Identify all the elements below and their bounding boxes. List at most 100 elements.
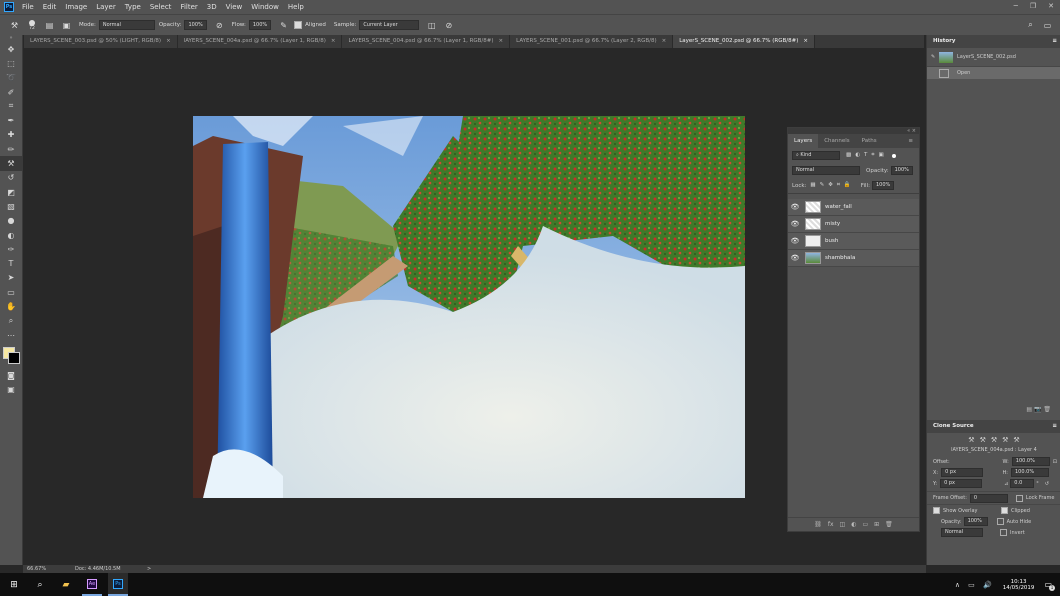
filter-icons[interactable]: ▩◐T⌗▣ (846, 152, 888, 159)
menu-help[interactable]: Help (288, 3, 304, 11)
filter-toggle-icon[interactable] (891, 153, 896, 158)
clone-source-header[interactable]: Clone Source ≡ (927, 420, 1060, 433)
notification-icon[interactable]: ▭ 1 (1044, 580, 1055, 591)
delete-state-icon[interactable]: 🗑 (1043, 406, 1051, 413)
menu-view[interactable]: View (226, 3, 243, 11)
background-color-swatch[interactable] (8, 352, 20, 365)
pressure-size-icon[interactable]: ⊘ (444, 21, 453, 30)
crop-tool-icon[interactable]: ⌗ (0, 99, 22, 113)
new-layer-icon[interactable]: ⊞ (874, 521, 879, 528)
zoom-level[interactable]: 66.67% (27, 566, 75, 572)
menu-type[interactable]: Type (125, 3, 141, 11)
h-input[interactable]: 100.0% (1011, 468, 1049, 477)
layer-row[interactable]: 👁 water_fall (788, 199, 919, 216)
history-panel-header[interactable]: History ≡ (927, 35, 1060, 48)
menu-3d[interactable]: 3D (207, 3, 217, 11)
screen-mode-icon[interactable]: ▣ (0, 383, 22, 397)
clone-source-4-icon[interactable]: ⚒ (1002, 436, 1008, 444)
x-input[interactable]: 0 px (941, 468, 984, 477)
eyedropper-tool-icon[interactable]: ✒ (0, 113, 22, 127)
tab-layers-scene-004[interactable]: LAYERS_SCENE_004.psd @ 66.7% (Layer 1, R… (342, 35, 511, 48)
invert-checkbox[interactable] (1000, 529, 1007, 536)
move-tool-icon[interactable]: ✥ (0, 42, 22, 56)
tab-close-icon[interactable]: × (803, 38, 808, 44)
panel-menu-icon[interactable]: ≡ (1052, 420, 1057, 433)
layer-row[interactable]: 👁 bush (788, 233, 919, 250)
tab-channels[interactable]: Channels (818, 134, 855, 148)
tray-icons[interactable]: ∧ ▭ 🔊 (955, 581, 995, 589)
search-icon[interactable]: ⌕ (30, 573, 50, 596)
menu-edit[interactable]: Edit (43, 3, 57, 11)
dodge-tool-icon[interactable]: ◐ (0, 228, 22, 242)
workspace-icon[interactable]: ▭ (1043, 21, 1052, 30)
tab-layers-scene-002[interactable]: LayerS_SCENE_002.psd @ 66.7% (RGB/8#) × (673, 35, 815, 48)
file-explorer-icon[interactable]: ▰ (56, 573, 76, 596)
marquee-tool-icon[interactable]: ⬚ (0, 56, 22, 70)
layer-row[interactable]: 👁 misty (788, 216, 919, 233)
filter-kind-select[interactable]: ⌕ Kind (792, 151, 840, 160)
history-brush-tool-icon[interactable]: ↺ (0, 171, 22, 185)
show-overlay-checkbox[interactable] (933, 507, 940, 514)
pressure-opacity-icon[interactable]: ⊘ (215, 21, 224, 30)
brush-preset-picker[interactable]: 72 (29, 19, 35, 31)
ignore-adjustment-layers-icon[interactable]: ◫ (427, 21, 436, 30)
clone-stamp-tool-icon[interactable]: ⚒ (10, 21, 19, 30)
history-state[interactable]: Open (927, 67, 1060, 79)
tab-close-icon[interactable]: × (166, 38, 171, 44)
y-input[interactable]: 0 px (940, 479, 983, 488)
tab-layers-scene-004a[interactable]: lAYERS_SCENE_004a.psd @ 66.7% (Layer 1, … (177, 35, 343, 48)
clone-source-5-icon[interactable]: ⚒ (1013, 436, 1019, 444)
layer-row[interactable]: 👁 shambhala (788, 250, 919, 267)
path-select-tool-icon[interactable]: ➤ (0, 271, 22, 285)
visibility-eye-icon[interactable]: 👁 (788, 254, 802, 262)
clone-source-1-icon[interactable]: ⚒ (968, 436, 974, 444)
menu-file[interactable]: File (22, 3, 34, 11)
photoshop-taskbar-icon[interactable]: Ps (108, 573, 128, 596)
new-snapshot-icon[interactable]: 📷 (1034, 406, 1041, 413)
minimize-icon[interactable]: ─ (1014, 2, 1018, 10)
healing-brush-tool-icon[interactable]: ✚ (0, 128, 22, 142)
type-tool-icon[interactable]: T (0, 256, 22, 270)
tab-close-icon[interactable]: × (331, 38, 336, 44)
frame-offset-input[interactable]: 0 (969, 493, 1008, 503)
sample-select[interactable]: Current Layer (359, 20, 420, 30)
flow-input[interactable]: 100% (248, 20, 272, 30)
clipped-checkbox[interactable] (1001, 507, 1008, 514)
angle-input[interactable]: 0.0 (1010, 479, 1035, 488)
lock-icons[interactable]: ▦✎✥⌗🔒 (810, 182, 854, 189)
panel-menu-icon[interactable]: ≡ (902, 134, 919, 148)
lock-frame-checkbox[interactable] (1015, 494, 1023, 502)
quick-mask-icon[interactable]: ◙ (0, 368, 22, 382)
reset-transform-icon[interactable]: ⊡ (1053, 459, 1057, 465)
tab-layers[interactable]: Layers (788, 134, 819, 148)
close-icon[interactable]: ✕ (1048, 2, 1054, 10)
clone-source-2-icon[interactable]: ⚒ (980, 436, 986, 444)
blur-tool-icon[interactable]: ● (0, 214, 22, 228)
color-swatches[interactable] (0, 342, 22, 368)
delete-layer-icon[interactable]: 🗑 (885, 521, 893, 528)
pen-tool-icon[interactable]: ✑ (0, 242, 22, 256)
search-icon[interactable]: ⌕ (1026, 20, 1035, 30)
menu-image[interactable]: Image (65, 3, 87, 11)
overlay-mode-select[interactable]: Normal (941, 528, 983, 537)
more-tools-icon[interactable]: ⋯ (0, 328, 22, 342)
add-mask-icon[interactable]: ◫ (840, 521, 846, 528)
tab-layers-scene-003[interactable]: LAYERS_SCENE_003.psd @ 50% (LIGHT, RGB/8… (24, 35, 178, 48)
new-document-from-state-icon[interactable]: ▤ (1026, 406, 1032, 413)
zoom-tool-icon[interactable]: ⌕ (0, 314, 22, 328)
document-canvas[interactable] (193, 116, 745, 498)
hand-tool-icon[interactable]: ✋ (0, 299, 22, 313)
tab-close-icon[interactable]: × (499, 38, 504, 44)
toolbar-collapse-icon[interactable]: » (0, 35, 22, 42)
tab-close-icon[interactable]: × (662, 38, 667, 44)
brush-settings-icon[interactable]: ▤ (45, 21, 54, 30)
link-layers-icon[interactable]: ⛓ (814, 521, 822, 528)
menu-filter[interactable]: Filter (180, 3, 197, 11)
panel-menu-icon[interactable]: ≡ (1052, 35, 1057, 48)
layer-style-icon[interactable]: fx (828, 521, 834, 528)
adjustment-layer-icon[interactable]: ◐ (851, 521, 856, 528)
rectangle-tool-icon[interactable]: ▭ (0, 285, 22, 299)
blend-mode-select[interactable]: Normal (792, 166, 860, 175)
status-menu-arrow[interactable]: > (147, 566, 151, 572)
menu-window[interactable]: Window (251, 3, 279, 11)
